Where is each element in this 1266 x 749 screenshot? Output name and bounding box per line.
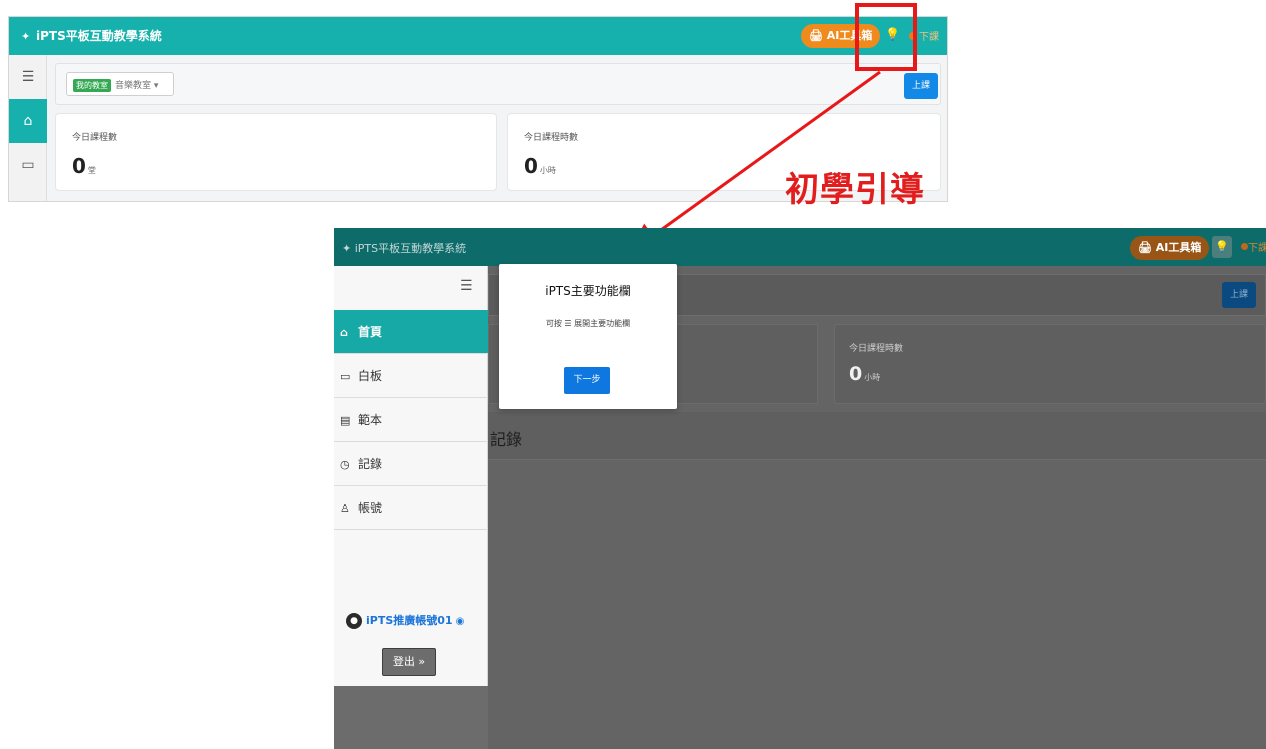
records-title: 記錄 [490,430,523,449]
start-class-button[interactable]: 上課 [904,73,938,99]
sidebar-item-label: 帳號 [358,501,383,515]
user-profile[interactable]: ● iPTS推廣帳號01 ◉ [346,612,464,629]
eye-icon[interactable]: ◉ [456,616,465,627]
home-icon: ⌂ [340,326,348,339]
menu-icon[interactable]: ☰ [460,278,473,294]
app-title: iPTS平板互動教學系統 [354,242,467,255]
card-label: 今日課程時數 [524,133,579,143]
sidebar-item-records[interactable]: ◷ 記錄 [334,442,488,486]
sidebar-item-template[interactable]: ▤ 範本 [334,398,488,442]
whiteboard-icon[interactable]: ▭ [9,143,47,187]
app-brand[interactable]: ✦ iPTS平板互動教學系統 [21,27,162,44]
today-course-hours-card: 今日課程時數 0 小時 [834,324,1266,404]
sidebar-item-whiteboard[interactable]: ▭ 白板 [334,354,488,398]
sidebar-item-account[interactable]: ♙ 帳號 [334,486,488,530]
user-name: iPTS推廣帳號01 [366,614,453,627]
history-icon: ◷ [340,458,350,471]
popover-title: iPTS主要功能欄 [545,284,631,298]
collapsed-sidebar: ☰ ⌂ ▭ [9,55,47,201]
sidebar-footer [334,686,488,749]
next-step-button[interactable]: 下一步 [564,367,610,394]
class-status: 下課 [919,32,939,43]
classroom-toolbar: 我的教室 音樂教室 ▾ 上課 [55,63,941,105]
sidebar-item-label: 首頁 [358,325,383,339]
app-brand[interactable]: ✦ iPTS平板互動教學系統 [342,240,466,256]
sidebar: ☰ ⌂ 首頁 ▭ 白板 ▤ 範本 ◷ 記錄 ♙ 帳號 ● iPTS推廣帳號01 ◉ 登出 » [334,266,488,749]
room-name: 音樂教室 [115,81,152,91]
lightbulb-icon[interactable]: 💡 [1212,236,1232,258]
logout-button[interactable]: 登出 » [382,648,436,676]
ai-tools-label: AI工具箱 [1155,241,1202,254]
lightbulb-highlight-box [855,3,917,71]
card-value: 0堂 [72,154,96,178]
guide-illustration: ✦ iPTS平板互動教學系統 🖨 AI工具箱 💡 下課 ☰ ⌂ ▭ 我的教室 音樂教… [0,0,1266,749]
home-icon[interactable]: ⌂ [9,99,47,143]
top-bar: ✦ iPTS平板互動教學系統 🖨 AI工具箱 💡 下課 [9,17,947,55]
logo-icon: ✦ [21,30,31,43]
ai-tools-button[interactable]: 🖨 AI工具箱 [1130,236,1210,260]
records-section: 記錄 [488,412,1266,460]
class-status: 下課 [1248,243,1266,254]
menu-icon[interactable]: ☰ [9,55,47,99]
today-course-count-card: 今日課程數 0堂 [55,113,497,191]
card-label: 今日課程數 [72,133,118,143]
guide-screenshot: ✦ iPTS平板互動教學系統 🖨 AI工具箱 💡 下課 上課 今日課程時數 0小… [334,228,1266,749]
card-value: 0 小時 [524,154,556,178]
sidebar-item-label: 範本 [358,413,383,427]
account-icon: ♙ [340,502,350,515]
popover-description: 可按 ☰ 展開主要功能欄 [545,319,631,328]
beginner-guide-annotation: 初學引導 [785,170,925,210]
card-label: 今日課程時數 [849,344,904,354]
template-icon: ▤ [340,414,351,427]
start-class-button[interactable]: 上課 [1222,282,1256,308]
sidebar-item-label: 記錄 [358,457,383,471]
status-dot-icon [1241,243,1248,250]
top-bar: ✦ iPTS平板互動教學系統 🖨 AI工具箱 💡 下課 [334,228,1266,266]
sidebar-item-label: 白板 [358,369,383,383]
avatar-icon: ● [346,613,362,629]
guide-popover: iPTS主要功能欄 可按 ☰ 展開主要功能欄 下一步 [499,264,677,409]
room-tag: 我的教室 [73,79,111,92]
whiteboard-icon: ▭ [340,370,351,383]
classroom-select[interactable]: 我的教室 音樂教室 ▾ [66,72,174,96]
app-title: iPTS平板互動教學系統 [36,29,162,43]
card-value: 0 小時 [849,363,881,385]
sidebar-item-home[interactable]: ⌂ 首頁 [334,310,488,354]
